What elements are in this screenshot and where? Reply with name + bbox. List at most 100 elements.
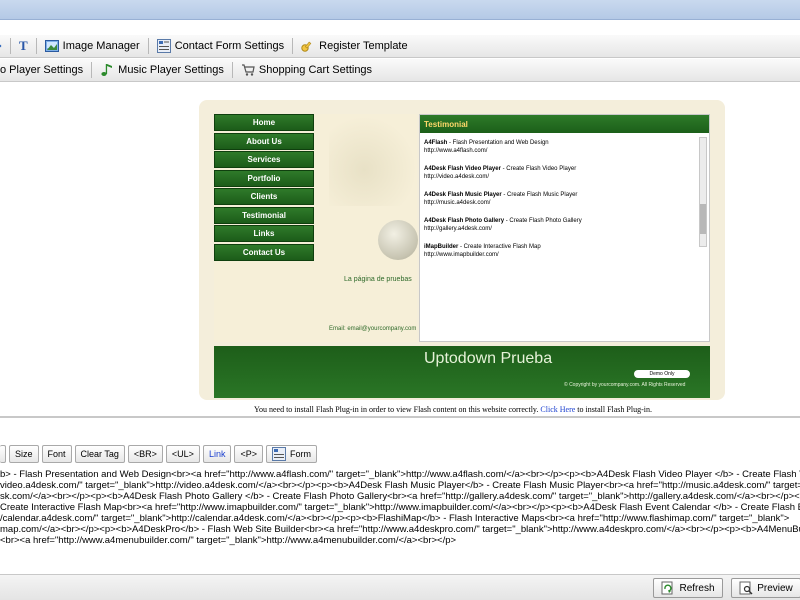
shopping-cart-icon <box>241 64 255 76</box>
link-button[interactable]: Link <box>202 445 232 463</box>
preview-area: Home About Us Services Portfolio Clients… <box>0 83 800 418</box>
register-template-button[interactable]: Register Template <box>295 36 413 56</box>
code-line: <br><a href="http://www.a4menubuilder.co… <box>0 535 457 546</box>
footer-divider <box>214 344 710 346</box>
list-item: iMapBuilder - Create Interactive Flash M… <box>424 243 696 259</box>
testimonial-panel: Testimonial A4Flash - Flash Presentation… <box>419 114 710 342</box>
music-note-icon <box>101 64 113 76</box>
testimonial-scrollbar[interactable] <box>699 137 707 247</box>
code-line: map.com/</a><br></p><p><b>A4DeskPro</b> … <box>0 524 800 535</box>
list-item: A4Desk Flash Photo Gallery - Create Flas… <box>424 217 696 233</box>
br-button[interactable]: <BR> <box>127 445 163 463</box>
nav-clients[interactable]: Clients <box>214 188 314 205</box>
item-desc: - Create Flash Music Player <box>501 192 578 198</box>
flash-plugin-note: You need to install Flash Plug-in in ord… <box>254 405 652 414</box>
site-email: Email: email@yourcompany.com <box>329 326 417 332</box>
list-item: A4Desk Flash Music Player - Create Flash… <box>424 191 696 207</box>
hand-image <box>329 116 417 206</box>
item-title: iMapBuilder <box>424 244 459 250</box>
site-nav: Home About Us Services Portfolio Clients… <box>214 114 314 262</box>
nav-testimonial[interactable]: Testimonial <box>214 206 314 224</box>
globe-image <box>378 220 418 260</box>
toolbar-row-1: T Image Manager Contact Form Settings Re… <box>0 35 800 58</box>
code-line: /calendar.a4desk.com/" target="_blank">h… <box>0 513 790 524</box>
bottom-bar: Refresh Preview <box>0 574 800 600</box>
item-desc: - Create Flash Video Player <box>500 166 577 172</box>
image-manager-button[interactable]: Image Manager <box>39 36 146 56</box>
preview-icon <box>739 581 753 595</box>
site-inner: Home About Us Services Portfolio Clients… <box>214 114 710 398</box>
code-line: sk.com/</a><br></p><p><b>A4Desk Flash Ph… <box>0 491 800 502</box>
refresh-label: Refresh <box>679 582 715 594</box>
item-url[interactable]: http://www.a4flash.com/ <box>424 148 487 154</box>
list-item: A4Desk Flash Video Player - Create Flash… <box>424 165 696 181</box>
image-manager-icon <box>44 40 59 52</box>
text-tool-button[interactable]: T <box>13 36 34 56</box>
video-player-settings-label: o Player Settings <box>0 64 84 76</box>
nav-about-us[interactable]: About Us <box>214 132 314 150</box>
nav-portfolio[interactable]: Portfolio <box>214 169 314 187</box>
refresh-icon <box>661 581 673 595</box>
list-item: A4Flash - Flash Presentation and Web Des… <box>424 139 696 155</box>
item-title: A4Desk Flash Music Player <box>424 192 502 198</box>
item-url[interactable]: http://www.imapbuilder.com/ <box>424 252 499 258</box>
flash-note-prefix: You need to install Flash Plug-in in ord… <box>254 405 541 414</box>
toolbar-separator <box>292 38 294 54</box>
ul-button[interactable]: <UL> <box>165 445 200 463</box>
form-button[interactable]: Form <box>265 445 317 463</box>
demo-only-badge: Demo Only <box>634 370 690 378</box>
contact-form-settings-button[interactable]: Contact Form Settings <box>151 36 290 56</box>
toolbar-button-partial[interactable] <box>0 36 8 56</box>
preview-button[interactable]: Preview <box>731 578 800 598</box>
nav-contact-us[interactable]: Contact Us <box>214 243 314 261</box>
scrollbar-thumb[interactable] <box>700 204 706 234</box>
tool-icon <box>0 44 2 48</box>
item-title: A4Desk Flash Video Player <box>424 166 501 172</box>
key-icon <box>301 41 312 52</box>
code-line: Create Interactive Flash Map<br><a href=… <box>0 502 800 513</box>
item-desc: - Create Interactive Flash Map <box>458 244 541 250</box>
flash-site-preview: Home About Us Services Portfolio Clients… <box>199 100 725 400</box>
item-desc: - Flash Presentation and Web Design <box>447 140 549 146</box>
font-button[interactable]: Font <box>41 445 72 463</box>
register-template-label: Register Template <box>319 40 408 52</box>
nav-home[interactable]: Home <box>214 114 314 131</box>
toolbar-row-2: o Player Settings Music Player Settings … <box>0 59 800 82</box>
size-button[interactable]: Size <box>9 445 39 463</box>
toolbar-separator <box>10 38 11 54</box>
footer-title: Uptodown Prueba <box>424 350 553 367</box>
p-button[interactable]: <P> <box>234 445 263 463</box>
flash-note-suffix: to install Flash Plug-in. <box>575 405 652 414</box>
refresh-button[interactable]: Refresh <box>653 578 723 598</box>
form-label: Form <box>289 449 311 459</box>
toolbar-separator <box>231 62 233 78</box>
clear-tag-button[interactable]: Clear Tag <box>74 445 125 463</box>
item-url[interactable]: http://gallery.a4desk.com/ <box>424 226 492 232</box>
toolbar-separator <box>147 38 149 54</box>
html-code-editor[interactable]: b> - Flash Presentation and Web Design<b… <box>0 469 800 571</box>
nav-links[interactable]: Links <box>214 225 314 242</box>
page-caption: La página de pruebas <box>344 276 412 283</box>
music-player-settings-button[interactable]: Music Player Settings <box>94 60 230 80</box>
item-url[interactable]: http://video.a4desk.com/ <box>424 174 489 180</box>
code-line: video.a4desk.com/" target="_blank">http:… <box>0 480 800 491</box>
item-title: A4Flash <box>424 140 448 146</box>
item-title: A4Desk Flash Photo Gallery <box>424 218 505 224</box>
text-t-icon: T <box>19 38 28 53</box>
site-footer: Uptodown Prueba Demo Only © Copyright by… <box>214 344 710 398</box>
html-editor-toolbar: Size Font Clear Tag <BR> <UL> Link <P> F… <box>0 442 800 466</box>
video-player-settings-button[interactable]: o Player Settings <box>0 60 89 80</box>
toolbar-separator <box>91 62 93 78</box>
editor-button-partial[interactable] <box>0 445 6 463</box>
item-url[interactable]: http://music.a4desk.com/ <box>424 200 490 206</box>
shopping-cart-settings-button[interactable]: Shopping Cart Settings <box>235 60 378 80</box>
flash-click-here-link[interactable]: Click Here <box>540 405 575 414</box>
code-line: b> - Flash Presentation and Web Design<b… <box>0 469 800 480</box>
toolbar-separator <box>35 38 37 54</box>
music-player-settings-label: Music Player Settings <box>118 64 224 76</box>
site-left-panel: Home About Us Services Portfolio Clients… <box>214 114 418 342</box>
form-icon <box>271 447 286 461</box>
shopping-cart-settings-label: Shopping Cart Settings <box>258 64 373 76</box>
testimonial-header: Testimonial <box>420 115 709 133</box>
nav-services[interactable]: Services <box>214 151 314 168</box>
